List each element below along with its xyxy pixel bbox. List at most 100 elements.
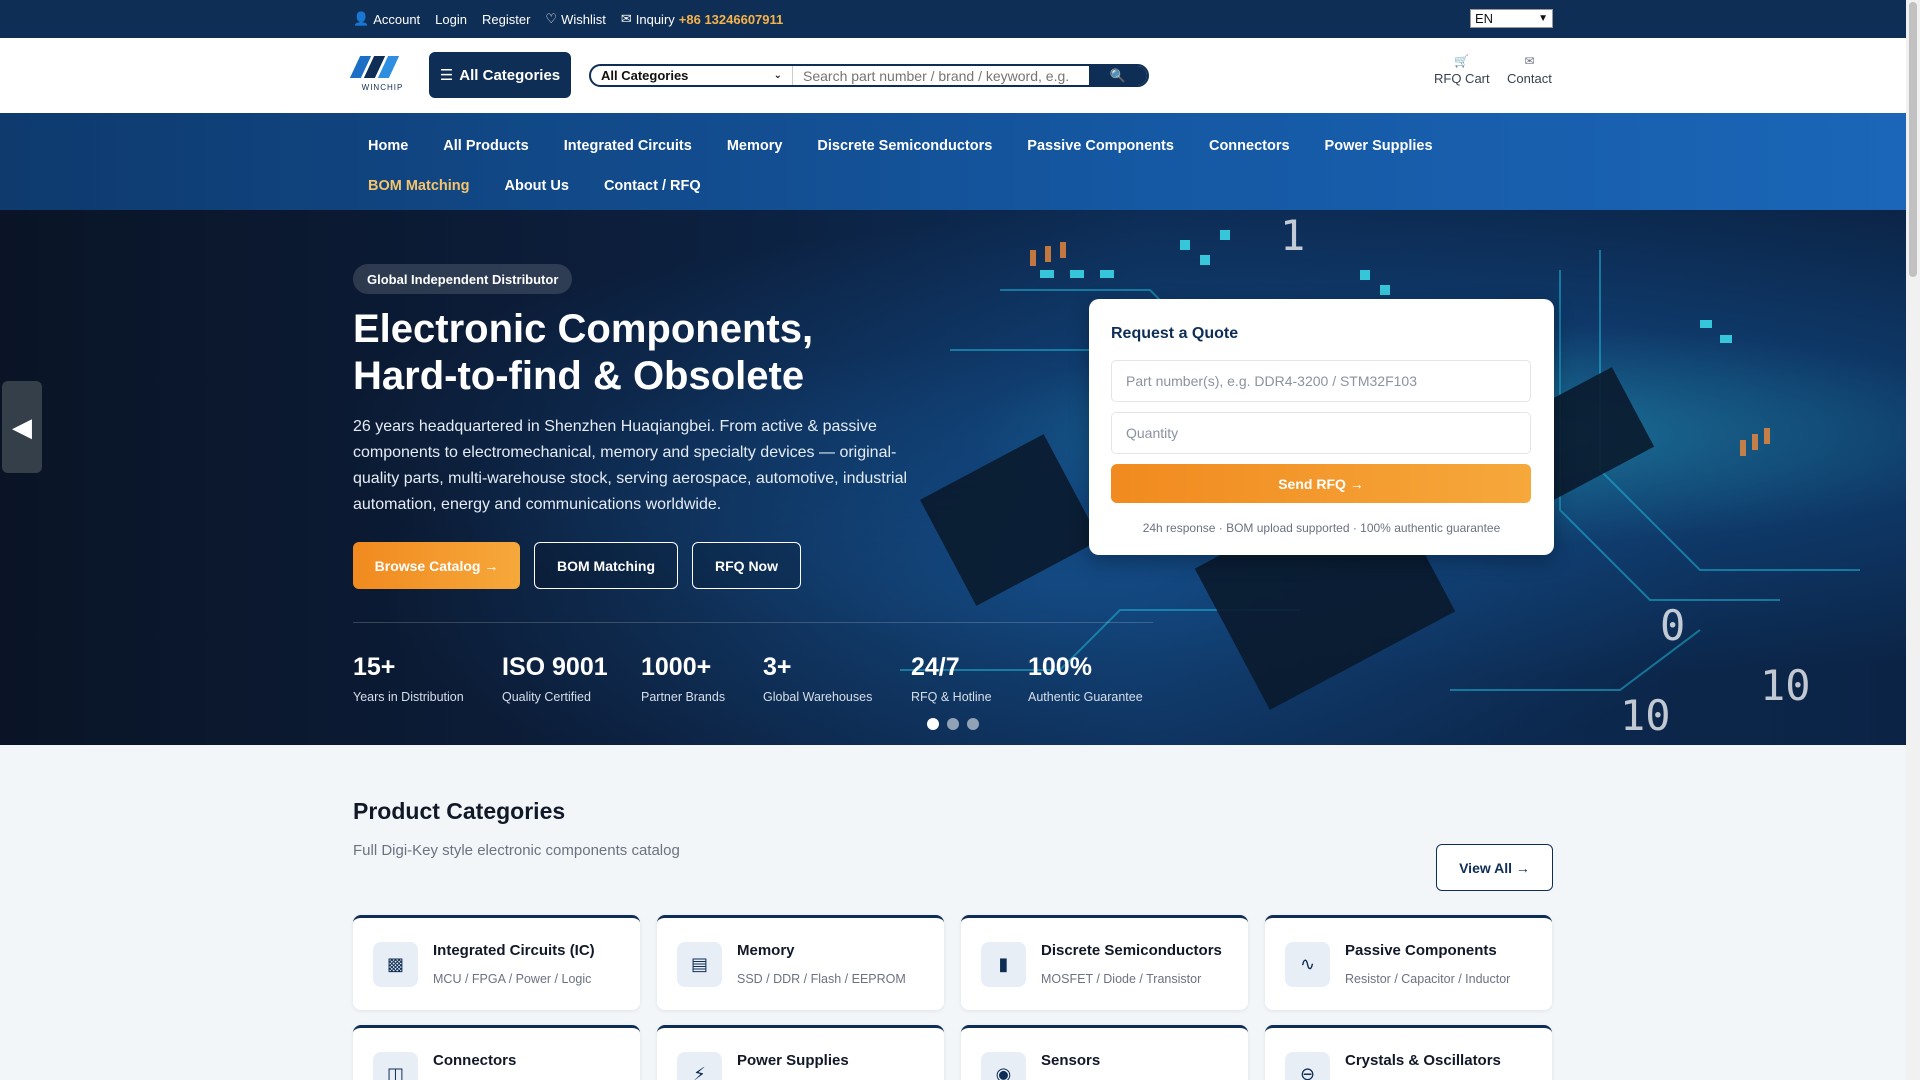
chevron-down-icon: ⌄ [773,70,782,81]
scrollbar-thumb[interactable] [1909,2,1917,277]
nav-memory[interactable]: Memory [707,136,798,156]
categories-title: Product Categories [353,798,566,824]
hero-title: Electronic Components, Hard-to-find & Obs… [353,307,814,398]
chevron-down-icon: ▼ [1538,13,1548,24]
hero-stats: 15+ Years in Distribution ISO 9001 Quality… [353,622,1153,704]
header: WINCHIP ☰ All Categories All Categories ⌄ … [0,38,1906,113]
category-name: Memory [737,942,795,959]
nav-power-supplies[interactable]: Power Supplies [1305,136,1448,156]
nav-all-products[interactable]: All Products [423,136,543,156]
search-input[interactable] [793,66,1089,85]
categories-subtitle: Full Digi-Key style electronic component… [353,842,680,859]
category-sub: SSD / DDR / Flash / EEPROM [737,972,906,986]
stat-warehouses: 3+ Global Warehouses [763,653,873,704]
search-button[interactable]: 🔍 [1089,66,1147,85]
rfq-now-button[interactable]: RFQ Now [692,542,801,589]
logo-mark [349,56,410,80]
heart-icon: ♡ [545,11,558,26]
svg-text:10: 10 [1620,691,1671,740]
language-select[interactable]: EN ▼ [1470,9,1553,28]
rfq-note: 24h response · BOM upload supported · 10… [1142,521,1501,535]
browse-catalog-button[interactable]: Browse Catalog → [353,542,520,589]
search-category-select[interactable]: All Categories ⌄ [591,66,793,85]
category-name: Crystals & Oscillators [1345,1052,1501,1069]
view-all-button[interactable]: View All → [1436,844,1553,891]
carousel-dots [927,718,979,730]
category-card-crystals[interactable]: ⊖ Crystals & Oscillators [1265,1025,1552,1080]
inquiry-link[interactable]: ✉ Inquiry +86 13246607911 [621,11,783,27]
stat-years: 15+ Years in Distribution [353,653,464,704]
category-card-ic[interactable]: ▩ Integrated Circuits (IC) MCU / FPGA / … [353,915,640,1010]
wishlist-link[interactable]: ♡ Wishlist [545,11,605,27]
page-scrollbar[interactable] [1906,0,1920,1080]
bom-matching-button[interactable]: BOM Matching [534,542,678,589]
inquiry-phone: +86 13246607911 [678,11,784,27]
account-link[interactable]: 👤 Account [353,11,420,27]
send-rfq-button[interactable]: Send RFQ → [1111,464,1531,503]
category-card-memory[interactable]: ▤ Memory SSD / DDR / Flash / EEPROM [657,915,944,1010]
all-categories-button[interactable]: ☰ All Categories [429,52,571,98]
category-sub: MCU / FPGA / Power / Logic [433,972,592,986]
mail-icon: ✉ [620,11,632,26]
carousel-dot-2[interactable] [947,718,959,730]
category-card-connectors[interactable]: ◫ Connectors [353,1025,640,1080]
nav-contact-rfq[interactable]: Contact / RFQ [584,176,716,196]
sensor-icon: ◉ [981,1052,1026,1080]
rfq-form: Request a Quote Part number(s), e.g. DDR… [1089,299,1554,555]
part-number-input[interactable]: Part number(s), e.g. DDR4-3200 / STM32F1… [1111,360,1531,402]
side-prev-button[interactable]: ◀ [2,381,42,473]
category-card-passive[interactable]: ∿ Passive Components Resistor / Capacito… [1265,915,1552,1010]
category-name: Discrete Semiconductors [1041,942,1222,959]
main-nav: Home All Products Integrated Circuits Me… [0,113,1906,210]
contact-button[interactable]: ✉ Contact [1507,54,1552,86]
triangle-left-icon: ◀ [12,411,32,442]
category-card-sensors[interactable]: ◉ Sensors [961,1025,1248,1080]
logo-text: WINCHIP [361,83,404,92]
stat-authentic: 100% Authentic Guarantee [1028,653,1143,704]
rfq-cart-button[interactable]: 🛒 RFQ Cart [1434,54,1490,86]
nav-discrete-semiconductors[interactable]: Discrete Semiconductors [797,136,1007,156]
stat-iso: ISO 9001 Quality Certified [502,653,608,704]
login-link[interactable]: Login [435,12,467,27]
category-name: Integrated Circuits (IC) [433,942,595,959]
category-sub: Resistor / Capacitor / Inductor [1345,972,1511,986]
stat-hotline: 24/7 RFQ & Hotline [911,653,992,704]
cart-icon: 🛒 [1454,54,1470,68]
register-link[interactable]: Register [482,12,530,27]
logo[interactable]: WINCHIP [349,56,410,96]
transistor-icon: ▮ [981,942,1026,987]
carousel-dot-1[interactable] [927,718,939,730]
nav-integrated-circuits[interactable]: Integrated Circuits [544,136,707,156]
category-name: Connectors [433,1052,517,1069]
nav-passive-components[interactable]: Passive Components [1007,136,1189,156]
hero-banner: 10 10 0 1 Global Independent Distributor El… [0,210,1906,745]
hero-description: 26 years headquartered in Shenzhen Huaqi… [353,418,908,513]
hero-badge: Global Independent Distributor [353,264,573,294]
category-name: Sensors [1041,1052,1101,1069]
svg-text:0: 0 [1660,601,1685,650]
mail-icon: ✉ [1524,54,1535,68]
chip-icon: ▩ [373,942,418,987]
waveform-icon: ∿ [1285,942,1330,987]
nav-bom-matching[interactable]: BOM Matching [353,176,485,196]
nav-about-us[interactable]: About Us [485,176,584,196]
nav-connectors[interactable]: Connectors [1189,136,1305,156]
user-icon: 👤 [353,11,370,26]
svg-text:1: 1 [1280,211,1305,260]
category-name: Power Supplies [737,1052,849,1069]
memory-icon: ▤ [677,942,722,987]
top-bar: 👤 Account Login Register ♡ Wishlist ✉ Inqui… [0,0,1906,38]
category-card-power[interactable]: ⚡ Power Supplies [657,1025,944,1080]
nav-home[interactable]: Home [353,136,423,156]
power-supply-icon: ⚡ [677,1052,722,1080]
oscillator-icon: ⊖ [1285,1052,1330,1080]
category-card-discrete[interactable]: ▮ Discrete Semiconductors MOSFET / Diode… [961,915,1248,1010]
connector-icon: ◫ [373,1052,418,1080]
search-bar: All Categories⌄ 🔍 [589,64,1149,87]
rfq-title: Request a Quote [1111,325,1239,342]
nav-row-1: Home All Products Integrated Circuits Me… [353,136,1448,156]
carousel-dot-3[interactable] [967,718,979,730]
svg-text:10: 10 [1760,661,1811,710]
quantity-input[interactable]: Quantity [1111,412,1531,454]
nav-row-2: BOM Matching About Us Contact / RFQ [353,176,716,196]
